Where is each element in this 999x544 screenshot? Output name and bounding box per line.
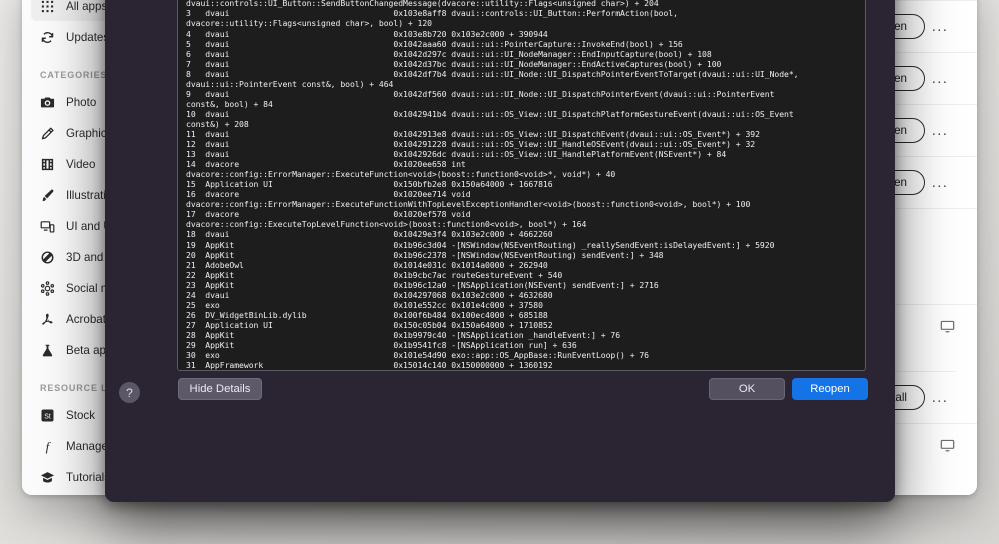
stock-icon: St	[40, 408, 55, 423]
sidebar-item-label: Tutorials	[66, 471, 111, 484]
font-icon: f	[40, 439, 55, 454]
graduation-icon	[40, 470, 55, 485]
ok-button[interactable]: OK	[709, 378, 785, 400]
sidebar-item-label: Updates	[66, 31, 110, 44]
sidebar-item-label: All apps	[66, 0, 108, 13]
crash-log-scroll-area[interactable]: MALLOC_NANO 600000000000-600008000000 [1…	[177, 0, 866, 371]
grid-icon	[40, 0, 55, 14]
sphere-icon	[40, 250, 55, 265]
reopen-button[interactable]: Reopen	[792, 378, 868, 400]
screen: All apps Updates CATEGORIES Photo Graphi…	[0, 0, 999, 544]
desktop-icon	[927, 319, 955, 334]
crash-log-text: MALLOC_NANO 600000000000-600008000000 [1…	[186, 0, 799, 371]
sidebar-item-label: Video	[66, 158, 96, 171]
acrobat-icon	[40, 312, 55, 327]
overflow-menu-icon[interactable]: ...	[925, 123, 955, 138]
overflow-menu-icon[interactable]: ...	[925, 175, 955, 190]
svg-text:St: St	[44, 413, 51, 420]
svg-text:f: f	[46, 439, 52, 454]
overflow-menu-icon[interactable]: ...	[925, 390, 955, 405]
share-icon	[40, 281, 55, 296]
camera-icon	[40, 95, 55, 110]
pen-icon	[40, 126, 55, 141]
refresh-icon	[40, 30, 55, 45]
dialog-footer: ? Hide Details OK Reopen	[105, 371, 895, 429]
hide-details-button[interactable]: Hide Details	[178, 378, 262, 400]
help-button[interactable]: ?	[119, 382, 140, 403]
flask-icon	[40, 343, 55, 358]
sidebar-item-label: Photo	[66, 96, 97, 109]
crash-report-dialog: Problem Details and System Configuration…	[105, 0, 895, 502]
film-icon	[40, 157, 55, 172]
desktop-icon	[927, 438, 955, 453]
brush-icon	[40, 188, 55, 203]
overflow-menu-icon[interactable]: ...	[925, 71, 955, 86]
screens-icon	[40, 219, 55, 234]
overflow-menu-icon[interactable]: ...	[925, 19, 955, 34]
sidebar-item-label: Stock	[66, 409, 95, 422]
